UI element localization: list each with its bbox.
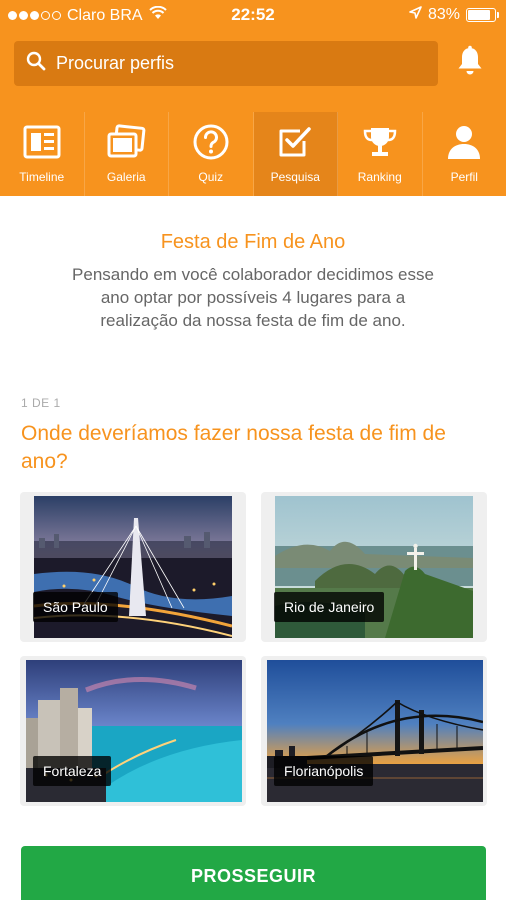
survey-question: Onde deveríamos fazer nossa festa de fim… — [21, 422, 446, 473]
question-icon — [192, 120, 230, 164]
tab-label: Galeria — [106, 170, 146, 184]
battery-icon — [466, 8, 499, 22]
app-header: Claro BRA 22:52 83% Procurar perfis Time… — [0, 0, 506, 196]
gallery-icon — [106, 120, 146, 164]
option-label: Fortaleza — [33, 756, 112, 786]
option-label: São Paulo — [33, 592, 118, 622]
checkbox-icon — [276, 120, 314, 164]
tab-quiz[interactable]: Quiz — [169, 112, 254, 196]
option-rio-de-janeiro[interactable]: Rio de Janeiro — [261, 492, 487, 642]
battery-percent: 83% — [427, 6, 460, 23]
tab-pesquisa[interactable]: Pesquisa — [253, 112, 338, 196]
notifications-button[interactable] — [452, 44, 488, 82]
tab-label: Timeline — [19, 170, 65, 184]
tab-label: Quiz — [198, 170, 224, 184]
status-bar: Claro BRA 22:52 83% — [0, 0, 506, 30]
location-arrow-icon — [409, 6, 422, 24]
option-fortaleza[interactable]: Fortaleza — [20, 656, 246, 806]
survey-description: Pensando em você colaborador decidimos e… — [72, 265, 434, 330]
timeline-icon — [22, 120, 62, 164]
search-placeholder: Procurar perfis — [56, 53, 175, 73]
tab-perfil[interactable]: Perfil — [423, 112, 506, 196]
question-counter: 1 DE 1 — [21, 396, 61, 410]
tab-ranking[interactable]: Ranking — [338, 112, 423, 196]
tab-label: Ranking — [357, 170, 402, 184]
tab-label: Perfil — [450, 170, 478, 184]
survey-title: Festa de Fim de Ano — [160, 231, 346, 253]
wifi-icon — [148, 5, 167, 25]
signal-dots-icon — [8, 11, 61, 20]
search-icon — [26, 51, 46, 76]
option-label: Florianópolis — [274, 756, 374, 786]
option-florianopolis[interactable]: Florianópolis — [261, 656, 487, 806]
tab-timeline[interactable]: Timeline — [0, 112, 85, 196]
tab-label: Pesquisa — [270, 170, 320, 184]
status-left: Claro BRA — [8, 5, 167, 25]
trophy-icon — [360, 120, 400, 164]
option-sao-paulo[interactable]: São Paulo — [20, 492, 246, 642]
tab-galeria[interactable]: Galeria — [85, 112, 169, 196]
bell-icon — [455, 45, 485, 82]
proceed-button[interactable]: PROSSEGUIR — [21, 846, 486, 900]
option-label: Rio de Janeiro — [274, 592, 385, 622]
main-nav: Timeline Galeria Quiz Pesquisa Ranking P… — [0, 112, 506, 196]
battery-fill — [468, 10, 490, 20]
carrier-name: Claro BRA — [67, 6, 143, 24]
search-input[interactable]: Procurar perfis — [14, 41, 438, 86]
user-icon — [445, 120, 483, 164]
status-right: 83% — [409, 6, 499, 24]
